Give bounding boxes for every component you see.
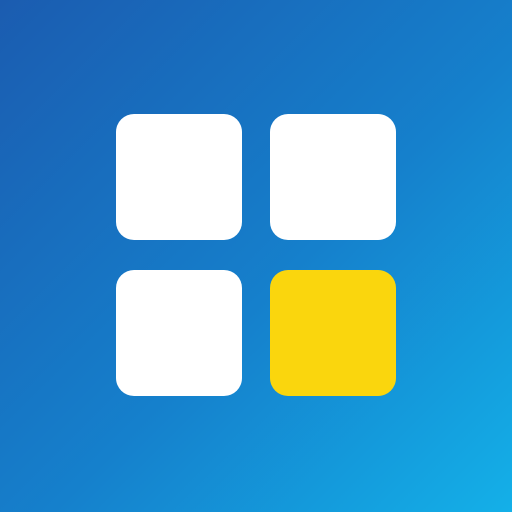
tile-bottom-right-accent	[270, 270, 396, 396]
tile-top-left	[116, 114, 242, 240]
tile-bottom-left	[116, 270, 242, 396]
tile-top-right	[270, 114, 396, 240]
grid-app-icon	[0, 0, 512, 512]
